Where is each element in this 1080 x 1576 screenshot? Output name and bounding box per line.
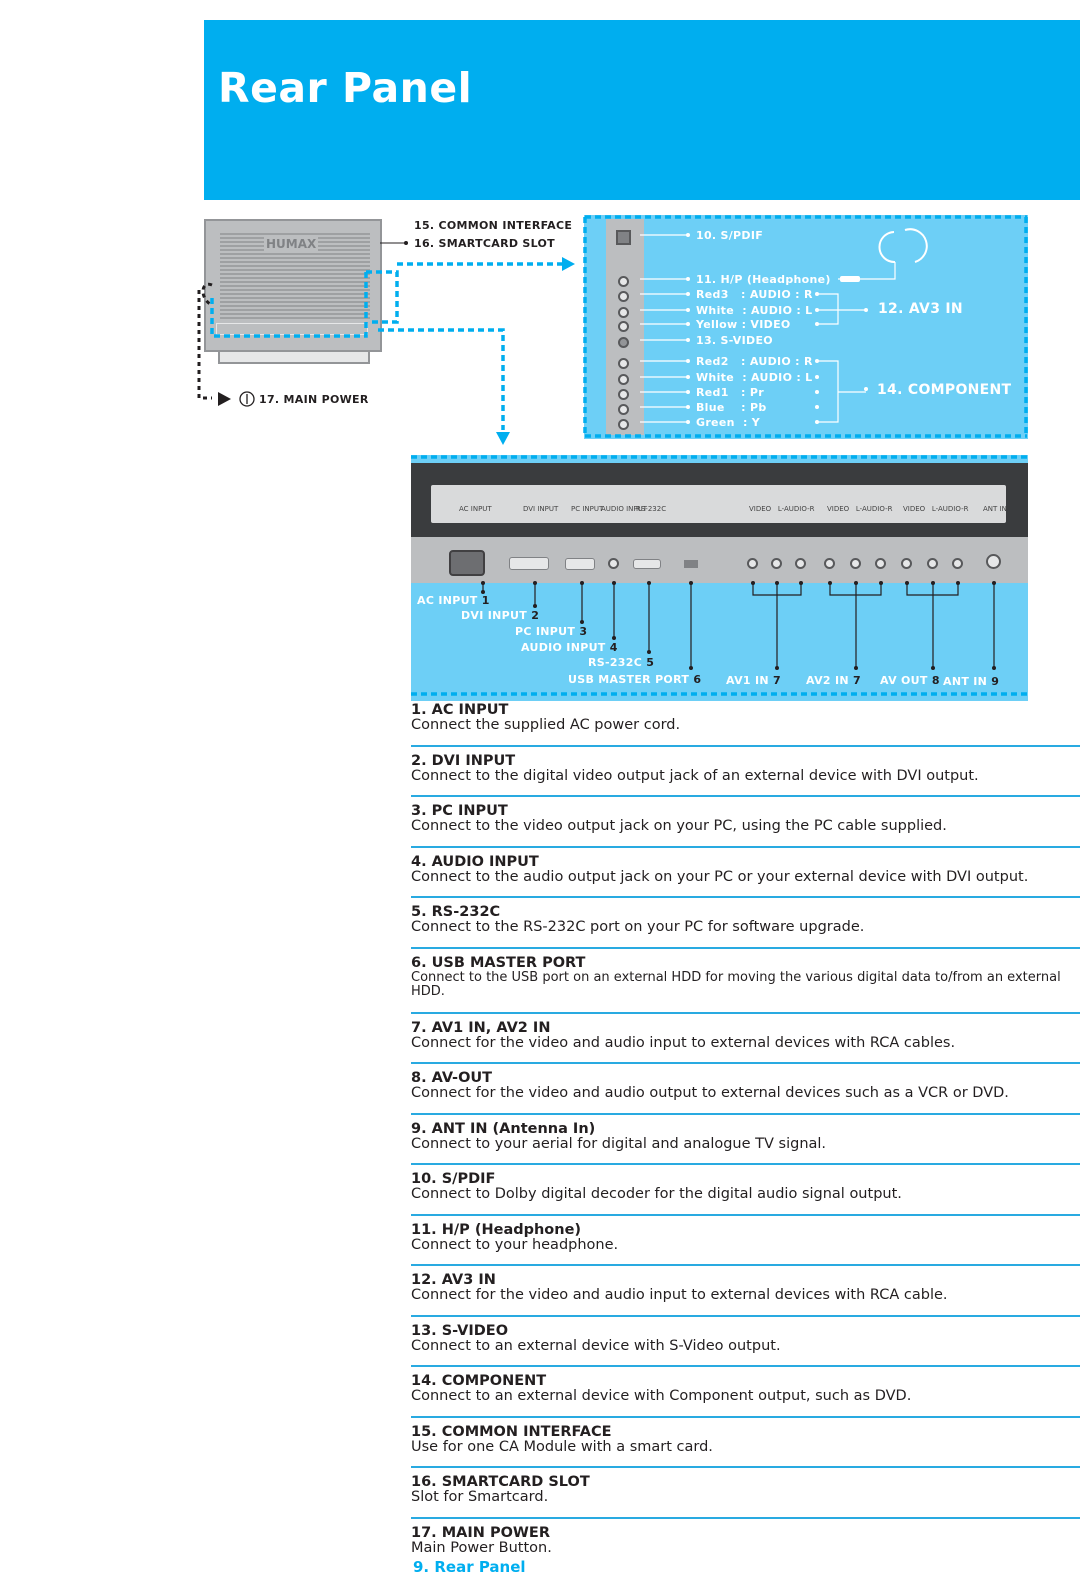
item-description: Connect to an external device with S-Vid… (411, 1337, 781, 1354)
item-title: 9. ANT IN (Antenna In) (411, 1120, 596, 1137)
item-description: Connect for the video and audio input to… (411, 1287, 948, 1303)
description-item: 14. COMPONENT Connect to an external devi… (411, 1374, 1080, 1418)
pc-input-label: PC INPUT 3 (515, 625, 588, 638)
side-label: Blue : Pb (696, 401, 767, 414)
dvi-input-label: DVI INPUT 2 (461, 609, 540, 622)
item-title: 5. RS-232C (411, 904, 501, 920)
item-description: Connect for the video and audio input to… (411, 1034, 956, 1051)
ant-in-label: ANT IN 9 (943, 675, 1000, 688)
item-description: Connect to an external device with Compo… (411, 1388, 912, 1404)
description-item: 8. AV-OUT Connect for the video and audio… (411, 1071, 1080, 1115)
item-description: Connect to your aerial for digital and a… (411, 1135, 827, 1152)
item-description: Connect to the USB port on an external H… (411, 969, 1061, 999)
side-label: Red2 : AUDIO : R (696, 355, 813, 368)
audio-input-label: AUDIO INPUT 4 (521, 641, 618, 654)
side-label: Red3 : AUDIO : R (696, 288, 813, 301)
ac-input-label: AC INPUT 1 (417, 594, 490, 607)
item-title: 14. COMPONENT (411, 1373, 547, 1389)
item-title: 12. AV3 IN (411, 1272, 496, 1288)
item-title: 11. H/P (Headphone) (411, 1221, 582, 1238)
item-description: Connect to your headphone. (411, 1236, 619, 1253)
description-item: 11. H/P (Headphone) Connect to your headp… (411, 1221, 1080, 1266)
item-title: 8. AV-OUT (411, 1070, 493, 1086)
description-item: 6. USB MASTER PORT Connect to the USB por… (411, 954, 1080, 1014)
component-label: 14. COMPONENT (877, 382, 1012, 398)
item-description: Slot for Smartcard. (411, 1489, 549, 1505)
item-description: Connect to the RS-232C port on your PC f… (411, 919, 865, 935)
description-item: 7. AV1 IN, AV2 IN Connect for the video a… (411, 1019, 1080, 1064)
description-item: 9. ANT IN (Antenna In) Connect to your ae… (411, 1120, 1080, 1165)
item-title: 16. SMARTCARD SLOT (411, 1474, 590, 1490)
description-item: 2. DVI INPUT Connect to the digital video… (411, 752, 1080, 797)
side-label: 13. S-VIDEO (696, 334, 773, 347)
side-label: 10. S/PDIF (696, 229, 764, 242)
description-item: 12. AV3 IN Connect for the video and audi… (411, 1273, 1080, 1317)
item-title: 7. AV1 IN, AV2 IN (411, 1019, 551, 1036)
item-title: 15. COMMON INTERFACE (411, 1423, 612, 1440)
common-interface-label: 15. COMMON INTERFACE (414, 219, 573, 232)
connector-descriptions: 1. AC INPUT Connect the supplied AC power… (411, 703, 1080, 1576)
description-item: 1. AC INPUT Connect the supplied AC power… (411, 703, 1080, 747)
item-title: 6. USB MASTER PORT (411, 954, 586, 971)
side-label: Red1 : Pr (696, 386, 764, 399)
smartcard-slot-label: 16. SMARTCARD SLOT (414, 237, 555, 250)
usb-master-port-label: USB MASTER PORT 6 (568, 673, 702, 686)
side-label: Yellow : VIDEO (696, 318, 791, 331)
main-power-label: 17. MAIN POWER (259, 393, 369, 406)
item-title: 2. DVI INPUT (411, 752, 516, 769)
side-label: White : AUDIO : L (696, 304, 813, 317)
av1-in-label: AV1 IN 7 (726, 674, 781, 687)
item-description: Connect for the video and audio output t… (411, 1085, 1009, 1101)
rs232c-label: RS-232C 5 (588, 656, 655, 669)
description-item: 10. S/PDIF Connect to Dolby digital decod… (411, 1172, 1080, 1216)
page-footer: 9. Rear Panel (413, 1557, 526, 1576)
item-description: Connect to the digital video output jack… (411, 767, 979, 784)
av3-in-label: 12. AV3 IN (878, 301, 963, 317)
av2-in-label: AV2 IN 7 (806, 674, 861, 687)
item-title: 10. S/PDIF (411, 1171, 496, 1187)
item-title: 13. S-VIDEO (411, 1322, 509, 1339)
item-title: 3. PC INPUT (411, 803, 508, 819)
side-label: 11. H/P (Headphone) (696, 273, 831, 286)
item-description: Connect to the audio output jack on your… (411, 868, 1029, 885)
item-title: 4. AUDIO INPUT (411, 853, 539, 870)
description-item: 3. PC INPUT Connect to the video output j… (411, 804, 1080, 848)
description-item: 17. MAIN POWER Main Power Button. (411, 1525, 1080, 1556)
description-item: 5. RS-232C Connect to the RS-232C port on… (411, 905, 1080, 949)
description-item: 13. S-VIDEO Connect to an external device… (411, 1322, 1080, 1367)
item-description: Connect to Dolby digital decoder for the… (411, 1186, 902, 1202)
item-description: Use for one CA Module with a smart card. (411, 1438, 713, 1455)
item-description: Connect the supplied AC power cord. (411, 717, 681, 733)
item-title: 1. AC INPUT (411, 702, 509, 718)
av-out-label: AV OUT 8 (880, 674, 940, 687)
item-description: Connect to the video output jack on your… (411, 818, 947, 834)
description-item: 15. COMMON INTERFACE Use for one CA Modul… (411, 1423, 1080, 1468)
description-item: 4. AUDIO INPUT Connect to the audio outpu… (411, 853, 1080, 898)
side-label: Green : Y (696, 416, 761, 429)
side-label: White : AUDIO : L (696, 371, 813, 384)
description-item: 16. SMARTCARD SLOT Slot for Smartcard. (411, 1475, 1080, 1519)
item-description: Main Power Button. (411, 1539, 552, 1556)
